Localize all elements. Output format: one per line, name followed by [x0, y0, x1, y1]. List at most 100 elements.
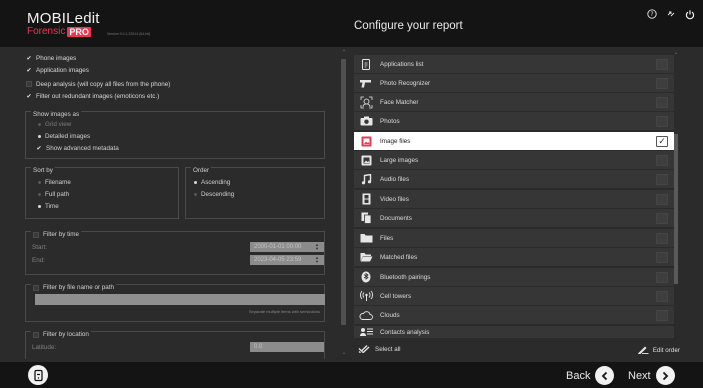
support-phone-icon[interactable]	[28, 365, 48, 385]
edit-order-button[interactable]: Edit order	[637, 344, 680, 356]
item-checkbox[interactable]	[656, 173, 668, 185]
list-item-bluetooth[interactable]: Bluetooth pairings	[354, 268, 674, 286]
list-actions-bar: Select all Edit order	[354, 344, 684, 358]
unchecked-box-icon	[33, 231, 39, 238]
header-bar: MOBILedit Forensic PRO Version 9.0.1.229…	[0, 0, 703, 47]
filter-redundant-label: Filter out redundant images (emoticons e…	[36, 92, 160, 100]
list-item-photos[interactable]: Photos	[354, 112, 674, 130]
footer-bar: Back Next	[0, 362, 703, 388]
list-item-contacts-analysis[interactable]: Contacts analysis	[354, 326, 674, 338]
sort-time-label: Time	[45, 202, 59, 210]
spinner-icon[interactable]: ▲ ▼	[314, 256, 320, 264]
sort-by-group: Sort by Filename Full path Time	[25, 167, 179, 219]
application-images-option[interactable]: ✔ Application images	[26, 65, 88, 75]
large-image-icon	[358, 151, 374, 169]
list-item-audio-files[interactable]: Audio files	[354, 170, 674, 188]
filter-by-name-header[interactable]: Filter by file name or path	[31, 284, 117, 291]
sort-fullpath-radio[interactable]: Full path	[38, 189, 69, 199]
list-item-photo-recognizer[interactable]: Photo Recognizer	[354, 74, 674, 92]
radio-off-icon	[38, 122, 41, 126]
sort-time-radio[interactable]: Time	[38, 201, 59, 211]
version-text: Version 9.0.1.22914 (64-bit)	[107, 32, 151, 36]
list-item-clouds[interactable]: Clouds	[354, 306, 674, 324]
start-date-field[interactable]: 2000-01-01 00:00 ▲ ▼	[250, 242, 324, 252]
documents-icon	[358, 209, 374, 227]
logo-forensic: Forensic	[27, 26, 66, 37]
phone-images-option[interactable]: ✔ Phone images	[26, 53, 76, 63]
back-button[interactable]: Back	[566, 366, 615, 385]
sort-filename-radio[interactable]: Filename	[38, 177, 71, 187]
select-all-label: Select all	[375, 346, 401, 353]
filter-by-location-header[interactable]: Filter by location	[31, 331, 91, 338]
logo-pro-badge: PRO	[67, 27, 91, 37]
fullscreen-icon[interactable]	[666, 9, 676, 19]
item-checkbox[interactable]	[656, 77, 668, 89]
item-checkbox[interactable]	[656, 271, 668, 283]
filter-by-name-title: Filter by file name or path	[43, 284, 115, 291]
latitude-field[interactable]: 0.0	[250, 342, 324, 352]
filter-by-location-title: Filter by location	[43, 331, 89, 338]
detailed-images-label: Detailed images	[45, 132, 91, 140]
item-checkbox[interactable]	[656, 58, 668, 70]
film-icon	[358, 190, 374, 208]
left-scrollbar-thumb[interactable]	[341, 59, 346, 325]
filename-filter-input[interactable]	[35, 294, 325, 305]
list-item-label: Video files	[380, 195, 409, 203]
filter-by-time-header[interactable]: Filter by time	[31, 231, 82, 238]
item-checkbox[interactable]	[656, 251, 668, 263]
grid-view-radio[interactable]: Grid view	[38, 119, 71, 129]
show-images-as-group: Show images as Grid view Detailed images…	[25, 111, 325, 159]
check-icon: ✔	[26, 67, 32, 74]
item-checkbox[interactable]	[656, 193, 668, 205]
radio-on-icon	[194, 180, 197, 184]
end-label: End:	[32, 257, 45, 264]
image-file-icon	[358, 132, 374, 150]
edit-order-label: Edit order	[652, 346, 680, 354]
item-checkbox[interactable]	[656, 115, 668, 127]
help-icon[interactable]: ?	[647, 9, 657, 19]
check-icon: ✔	[26, 93, 32, 100]
filter-by-location-group: Filter by location Latitude: 0.0	[25, 331, 325, 359]
radio-off-icon	[38, 180, 41, 184]
spinner-icon[interactable]: ▲ ▼	[314, 243, 320, 251]
advanced-metadata-option[interactable]: ✔ Show advanced metadata	[36, 143, 118, 153]
select-all-button[interactable]: Select all	[358, 344, 401, 355]
next-label: Next	[628, 369, 651, 382]
left-scrollbar[interactable]: ⌃ ⌄	[339, 47, 349, 359]
double-check-icon	[358, 344, 370, 355]
scroll-up-icon[interactable]: ⌃	[340, 49, 348, 57]
end-date-field[interactable]: 2023-04-05 23:59 ▲ ▼	[250, 255, 324, 265]
list-item-matched-files[interactable]: Matched files	[354, 248, 674, 266]
list-item-face-matcher[interactable]: Face Matcher	[354, 93, 674, 111]
list-item-documents[interactable]: Documents	[354, 209, 674, 227]
list-item-cell-towers[interactable]: Cell towers	[354, 287, 674, 305]
order-descending-radio[interactable]: Descending	[194, 189, 234, 199]
next-button[interactable]: Next	[628, 366, 675, 385]
item-checkbox[interactable]	[656, 154, 668, 166]
list-item-video-files[interactable]: Video files	[354, 190, 674, 208]
list-item-files[interactable]: Files	[354, 229, 674, 247]
item-checkbox[interactable]	[656, 212, 668, 224]
item-checkbox[interactable]	[656, 96, 668, 108]
folder-icon	[358, 229, 374, 247]
item-checkbox[interactable]	[656, 232, 668, 244]
deep-analysis-option[interactable]: Deep analysis (will copy all files from …	[26, 79, 170, 89]
right-scrollbar-thumb[interactable]	[674, 134, 678, 284]
item-checkbox[interactable]	[656, 290, 668, 302]
list-item-image-files[interactable]: Image files ✓	[354, 132, 674, 150]
list-item-large-images[interactable]: Large images	[354, 151, 674, 169]
edit-order-icon	[637, 344, 649, 356]
detailed-images-radio[interactable]: Detailed images	[38, 131, 90, 141]
power-icon[interactable]	[685, 9, 695, 19]
right-scrollbar[interactable]: ⌃ ⌄	[672, 52, 680, 354]
list-item-label: Image files	[380, 137, 411, 145]
order-ascending-radio[interactable]: Ascending	[194, 177, 230, 187]
scroll-down-icon[interactable]: ⌄	[340, 349, 348, 357]
start-label: Start:	[32, 244, 48, 251]
scroll-up-icon[interactable]: ⌃	[672, 52, 680, 60]
chevron-left-icon	[595, 366, 615, 385]
checked-checkbox-icon[interactable]: ✓	[656, 135, 668, 147]
list-item-applications[interactable]: Applications list	[354, 55, 674, 73]
item-checkbox[interactable]	[656, 309, 668, 321]
filter-redundant-option[interactable]: ✔ Filter out redundant images (emoticons…	[26, 91, 159, 101]
